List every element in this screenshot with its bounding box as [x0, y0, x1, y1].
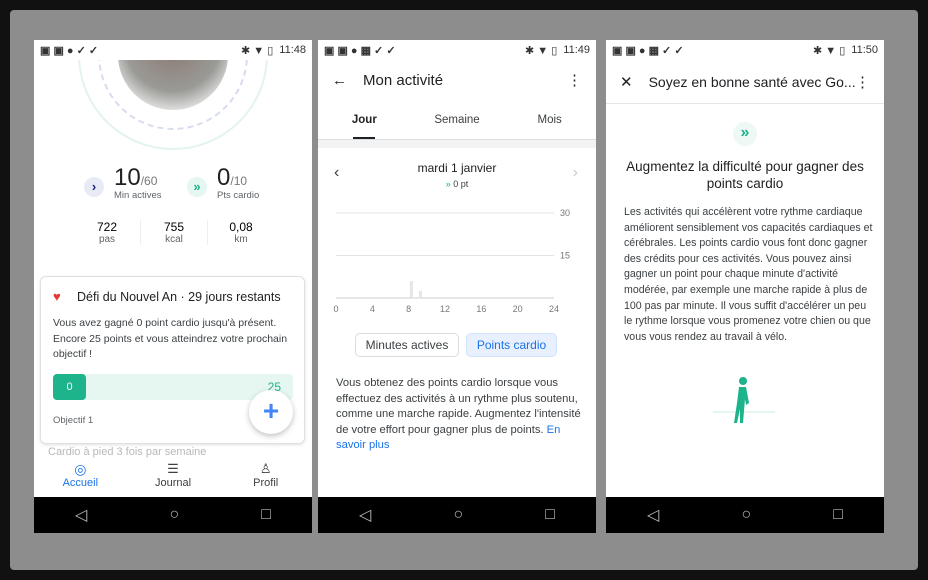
- x-tick-label: 24: [549, 304, 559, 314]
- more-icon[interactable]: ⋮: [855, 73, 870, 91]
- back-icon[interactable]: ◁: [647, 505, 659, 525]
- home-icon[interactable]: ○: [741, 506, 751, 524]
- clipboard-icon: ☰: [167, 461, 179, 476]
- x-tick-label: 12: [440, 304, 450, 314]
- screen-cardio-info: ▣ ▣ ● ▦ ✓ ✓ ✱ ▼ ▯ 11:50 ✕ Soyez en bonne s…: [606, 40, 884, 533]
- cardio-chart: 15 30 0 4 8 12 16 20 24: [333, 208, 570, 314]
- info-text: Les activités qui accélèrent votre rythm…: [624, 206, 873, 343]
- back-arrow-icon[interactable]: ←: [332, 72, 347, 89]
- cardio-points: 0/10: [217, 164, 248, 191]
- page-title: Soyez en bonne santé avec Go...: [648, 73, 855, 90]
- clock: 11:49: [563, 44, 590, 56]
- toggle-active-minutes[interactable]: Minutes actives: [355, 333, 459, 357]
- chevron-right-icon: ›: [84, 177, 104, 197]
- x-tick-label: 4: [370, 304, 375, 314]
- bar: [418, 290, 422, 298]
- more-icon[interactable]: ⋮: [567, 71, 582, 89]
- progress-current: 0: [53, 374, 86, 400]
- double-chevron-icon: »: [187, 177, 207, 197]
- screen-activity: ▣ ▣ ● ▦ ✓ ✓ ✱ ▼ ▯ 11:49 ← Mon activité ⋮ Jo…: [318, 40, 596, 533]
- screen-home: ▣ ▣ ● ✓ ✓ ✱ ▼ ▯ 11:48 › 10/60 Min actives…: [34, 40, 312, 533]
- status-bar: ▣ ▣ ● ▦ ✓ ✓ ✱ ▼ ▯ 11:49: [318, 40, 596, 60]
- add-fab-plus-icon[interactable]: +: [249, 390, 293, 434]
- toolbar: ← Mon activité ⋮: [318, 60, 596, 100]
- heading: Augmentez la difficulté pour gagner des …: [626, 159, 864, 191]
- nav-accueil[interactable]: ◎ Accueil: [34, 461, 127, 497]
- stats-row: 722 pas 755 kcal 0,08 km: [74, 220, 274, 245]
- x-tick-label: 0: [333, 304, 338, 314]
- recents-icon[interactable]: □: [545, 506, 555, 524]
- objective-label: Objectif 1: [53, 415, 94, 426]
- close-icon[interactable]: ✕: [620, 73, 633, 91]
- android-nav-bar: ◁ ○ □: [606, 497, 884, 533]
- walking-person-illustration: [713, 377, 775, 423]
- heart-logo-icon: ♥: [53, 289, 61, 304]
- cardio-points-label: Pts cardio: [217, 190, 260, 201]
- clock: 11:50: [851, 44, 878, 56]
- double-chevron-icon: »: [733, 122, 757, 146]
- status-bar: ▣ ▣ ● ▦ ✓ ✓ ✱ ▼ ▯ 11:50: [606, 40, 884, 60]
- android-nav-bar: ◁ ○ □: [318, 497, 596, 533]
- tabs: Jour Semaine Mois: [318, 100, 596, 140]
- home-ring-icon: ◎: [74, 461, 87, 477]
- clock: 11:48: [279, 44, 306, 56]
- faded-card-text: Cardio à pied 3 fois par semaine: [48, 446, 207, 458]
- home-icon[interactable]: ○: [169, 506, 179, 524]
- nav-profil[interactable]: ♙ Profil: [219, 461, 312, 497]
- divider: [318, 140, 596, 148]
- date-label: mardi 1 janvier: [417, 161, 497, 175]
- toolbar: ✕ Soyez en bonne santé avec Go... ⋮: [606, 60, 884, 104]
- y-tick-label: 30: [560, 208, 570, 218]
- android-nav-bar: ◁ ○ □: [34, 497, 312, 533]
- y-tick-label: 15: [560, 251, 570, 261]
- toggle-cardio-points[interactable]: Points cardio: [466, 333, 557, 357]
- recents-icon[interactable]: □: [261, 506, 271, 524]
- x-tick-label: 8: [406, 304, 411, 314]
- status-bar: ▣ ▣ ● ✓ ✓ ✱ ▼ ▯ 11:48: [34, 40, 312, 60]
- info-text: Vous obtenez des points cardio lorsque v…: [336, 377, 581, 452]
- tab-semaine[interactable]: Semaine: [411, 100, 504, 139]
- page-title: Mon activité: [363, 71, 444, 89]
- home-icon[interactable]: ○: [453, 506, 463, 524]
- tab-mois[interactable]: Mois: [503, 100, 596, 139]
- person-icon: ♙: [259, 461, 272, 476]
- challenge-text: Vous avez gagné 0 point cardio jusqu'à p…: [53, 317, 288, 360]
- stat-kcal: 755 kcal: [140, 220, 208, 245]
- bottom-nav: ◎ Accueil ☰ Journal ♙ Profil: [34, 461, 312, 497]
- points-summary: » 0 pt: [445, 179, 469, 189]
- bar: [409, 281, 413, 298]
- stat-steps: 722 pas: [96, 220, 118, 245]
- tab-jour[interactable]: Jour: [318, 100, 411, 139]
- challenge-title: Défi du Nouvel An · 29 jours restants: [77, 290, 281, 304]
- x-tick-label: 16: [476, 304, 486, 314]
- active-minutes-label: Min actives: [114, 190, 162, 201]
- stat-km: 0,08 km: [229, 220, 253, 245]
- nav-journal[interactable]: ☰ Journal: [127, 461, 220, 497]
- back-icon[interactable]: ◁: [359, 505, 371, 525]
- active-minutes: 10/60: [114, 164, 158, 191]
- recents-icon[interactable]: □: [833, 506, 843, 524]
- x-tick-label: 20: [513, 304, 523, 314]
- back-icon[interactable]: ◁: [75, 505, 87, 525]
